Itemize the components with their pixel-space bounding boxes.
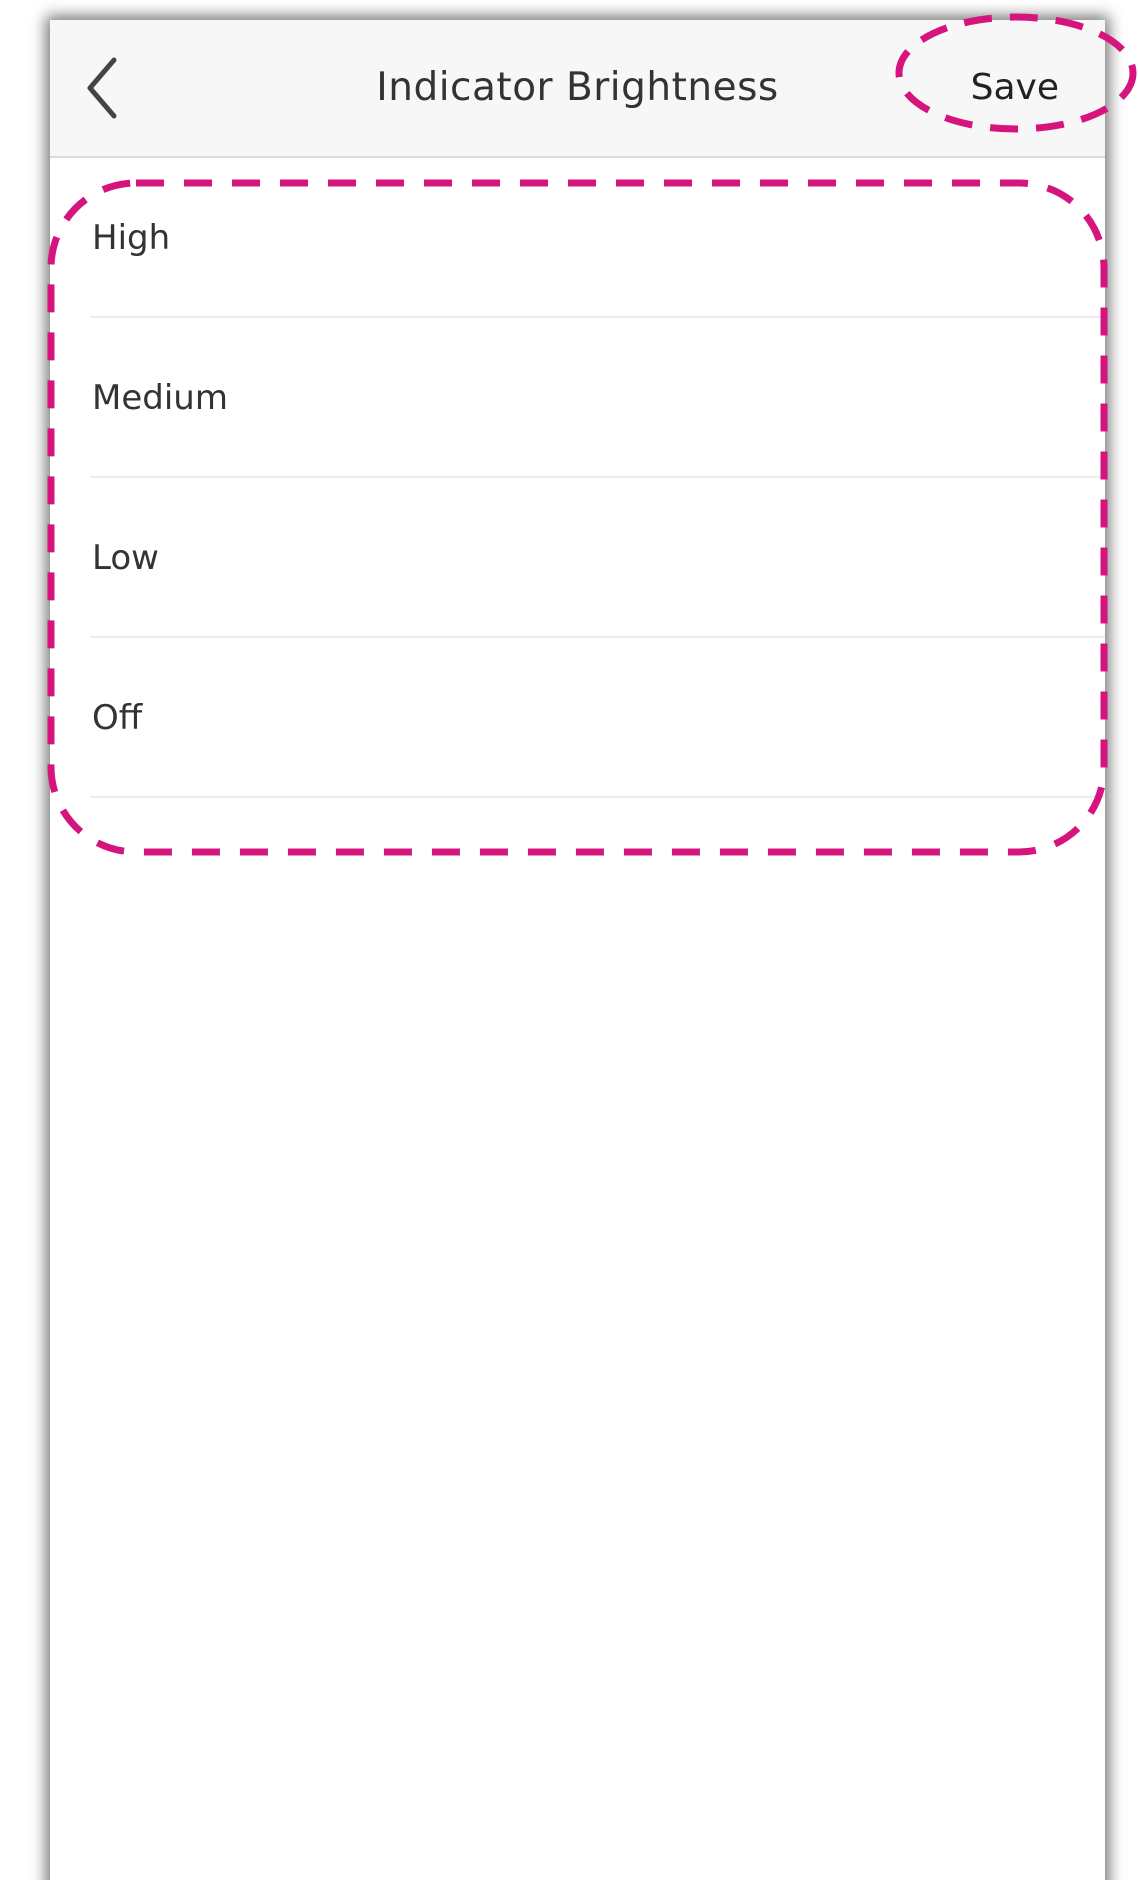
option-label: Low (92, 538, 159, 578)
option-label: Medium (92, 378, 228, 418)
app-window: Indicator Brightness Save High Medium Lo… (50, 20, 1105, 1880)
brightness-option-list: High Medium Low Off (50, 158, 1105, 798)
option-label: High (92, 218, 171, 258)
option-label: Off (92, 698, 143, 738)
chevron-left-icon (87, 57, 117, 119)
option-high[interactable]: High (50, 158, 1105, 318)
page-title: Indicator Brightness (376, 65, 779, 110)
option-medium[interactable]: Medium (50, 318, 1105, 478)
back-button[interactable] (68, 48, 138, 128)
screen: Indicator Brightness Save High Medium Lo… (0, 0, 1138, 1880)
option-low[interactable]: Low (50, 478, 1105, 638)
option-off[interactable]: Off (50, 638, 1105, 798)
save-button[interactable]: Save (955, 20, 1075, 156)
navigation-bar: Indicator Brightness Save (50, 20, 1105, 158)
